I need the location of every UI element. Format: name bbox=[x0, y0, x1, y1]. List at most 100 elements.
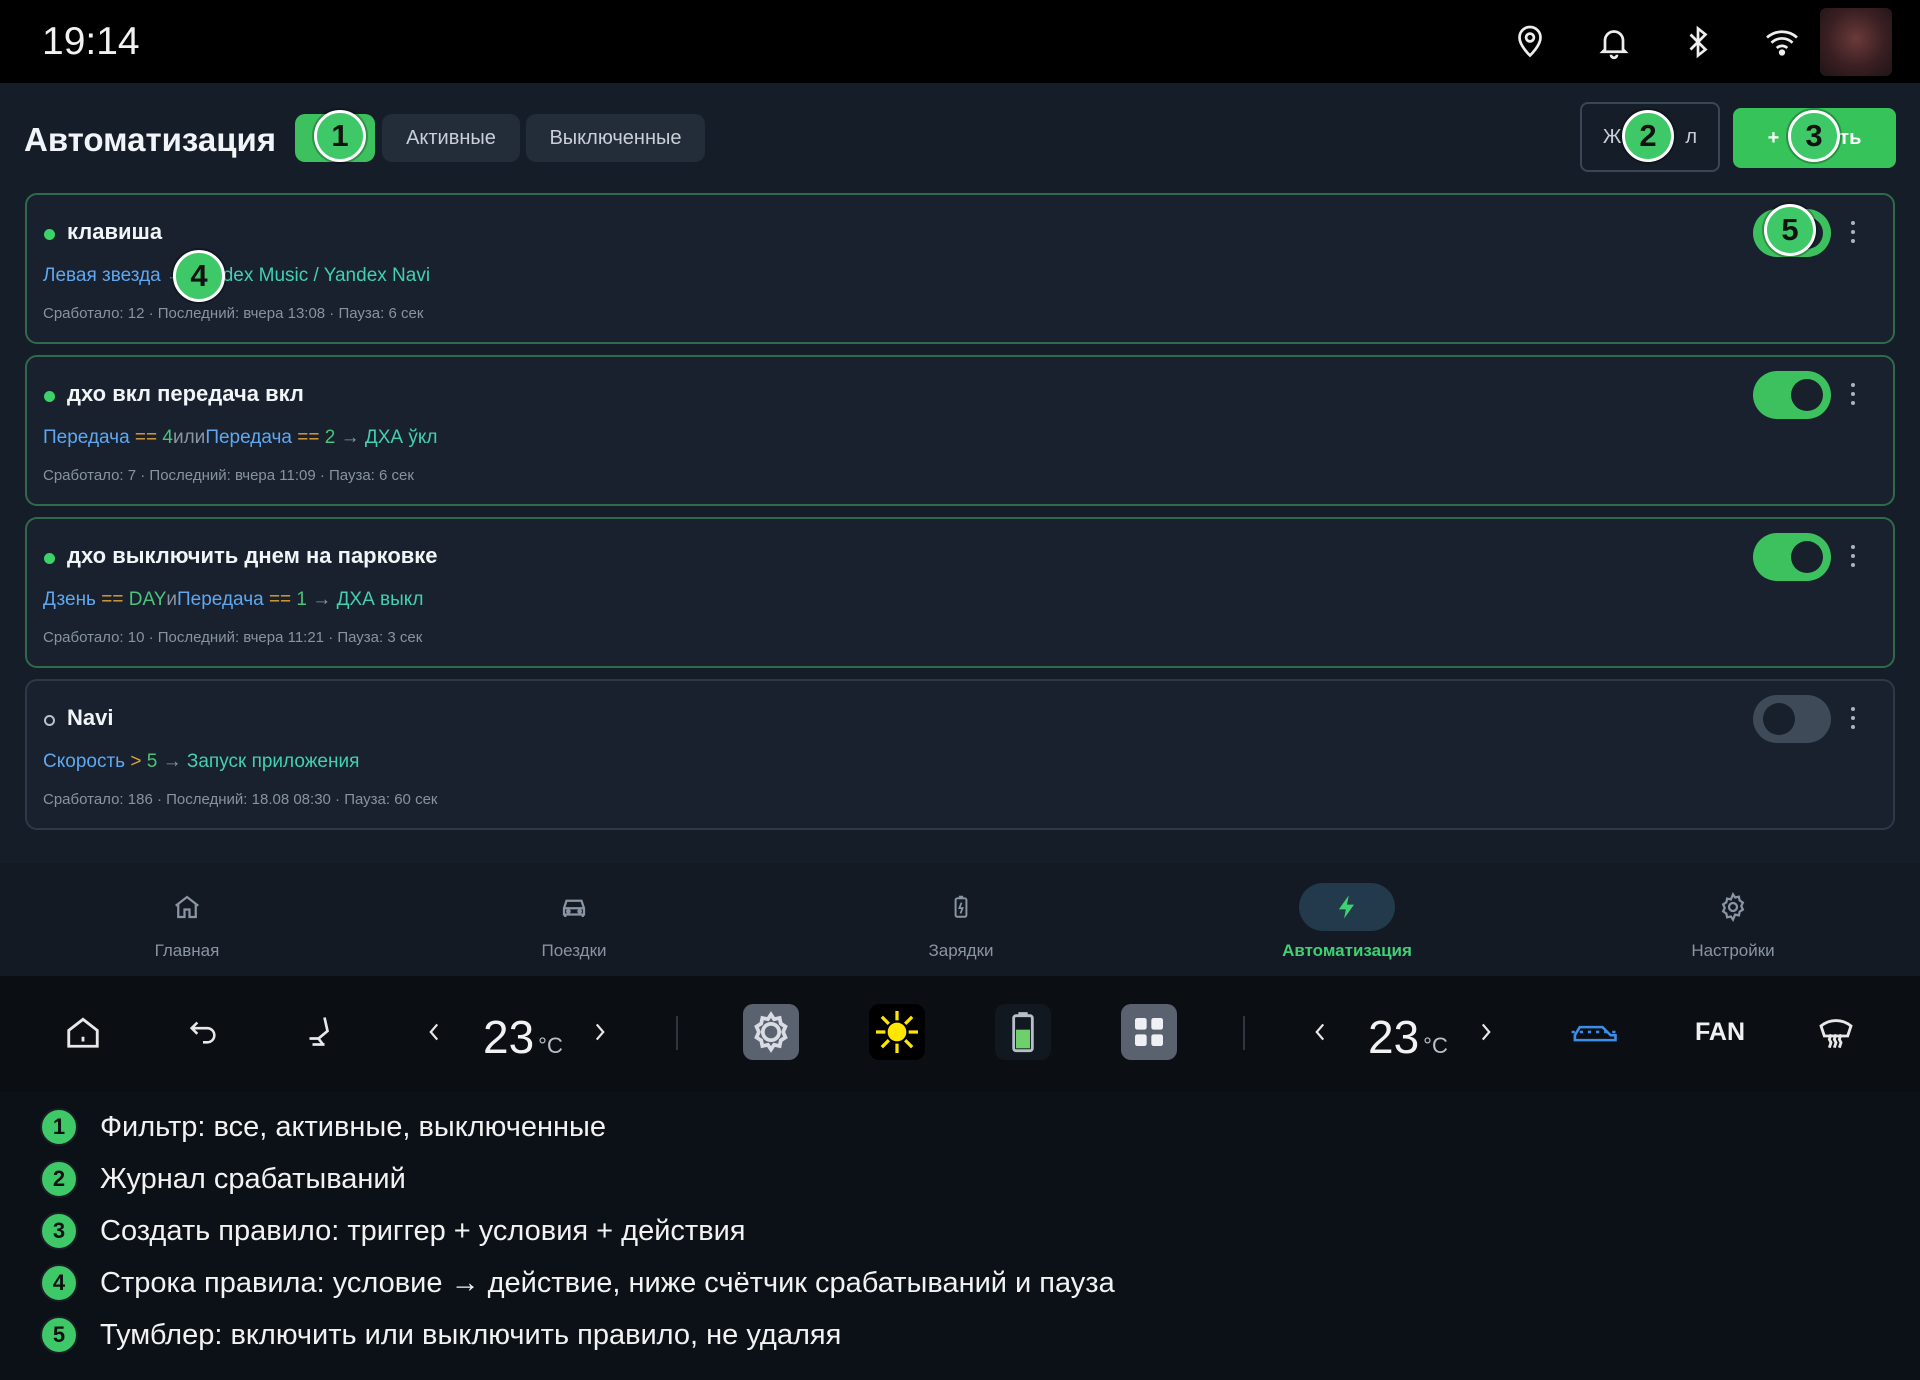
legend-number: 3 bbox=[40, 1212, 78, 1250]
nav-automation[interactable]: Автоматизация bbox=[1247, 883, 1447, 961]
nav-label: Настройки bbox=[1691, 941, 1775, 960]
air-recirculation-icon[interactable] bbox=[1570, 1016, 1622, 1048]
status-dot bbox=[44, 553, 55, 564]
rule-name: дхо выключить днем на парковке bbox=[67, 543, 438, 568]
left-temp: 23 °C bbox=[483, 1010, 563, 1064]
toggle-knob bbox=[1763, 703, 1795, 735]
legend-number: 4 bbox=[40, 1264, 78, 1302]
battery-app-icon[interactable] bbox=[995, 1004, 1051, 1060]
legend-text: Строка правила: условие → действие, ниже… bbox=[100, 1266, 1115, 1299]
rule-token-cond: Левая звезда bbox=[43, 265, 161, 286]
legend-item: 2 Журнал срабатываний bbox=[40, 1159, 406, 1199]
rule-token-join: → bbox=[157, 751, 187, 772]
rule-token-act: Запуск приложения bbox=[186, 751, 360, 772]
rule-token-val: 4 bbox=[162, 427, 173, 448]
battery-icon bbox=[954, 895, 968, 918]
nav-label: Главная bbox=[154, 941, 220, 960]
page-title: Автоматизация bbox=[24, 121, 277, 158]
bottom-nav: Главная Поездки Зарядки Автоматизация На… bbox=[0, 863, 1920, 976]
nav-trips[interactable]: Поездки bbox=[474, 883, 674, 961]
settings-app-icon[interactable] bbox=[743, 1004, 799, 1060]
nav-label: Автоматизация bbox=[1282, 941, 1412, 960]
rule-token-op: > bbox=[125, 751, 147, 772]
right-temp-unit: °C bbox=[1423, 1033, 1448, 1058]
filter-disabled-chip[interactable]: Выключенные bbox=[526, 114, 705, 162]
legend-item: 5 Тумблер: включить или выключить правило… bbox=[40, 1315, 841, 1355]
nav-home[interactable]: Главная bbox=[87, 883, 287, 961]
left-temp-unit: °C bbox=[538, 1033, 563, 1058]
more-options-icon[interactable] bbox=[1850, 383, 1856, 407]
fan-button[interactable]: FAN bbox=[1695, 1018, 1745, 1047]
more-options-icon[interactable] bbox=[1850, 707, 1856, 731]
home-icon[interactable] bbox=[64, 1012, 102, 1052]
bluetooth-icon[interactable] bbox=[1680, 24, 1716, 60]
car-icon bbox=[562, 899, 586, 917]
legend-text: Журнал срабатываний bbox=[100, 1162, 406, 1195]
location-icon[interactable] bbox=[1512, 24, 1548, 60]
avatar[interactable] bbox=[1820, 8, 1892, 76]
rule-card[interactable]: дхо вкл передача вкл Передача == 4илиПере… bbox=[25, 355, 1895, 506]
seat-icon[interactable] bbox=[302, 1010, 338, 1052]
nav-label: Поездки bbox=[541, 941, 607, 960]
back-icon[interactable] bbox=[184, 1014, 222, 1048]
rule-token-val: DAY bbox=[128, 589, 167, 610]
rule-toggle[interactable] bbox=[1753, 695, 1831, 743]
bell-icon[interactable] bbox=[1596, 24, 1632, 60]
apps-grid-icon[interactable] bbox=[1121, 1004, 1177, 1060]
rule-token-cond: Передача bbox=[205, 427, 292, 448]
bolt-icon bbox=[1338, 895, 1354, 919]
more-options-icon[interactable] bbox=[1850, 545, 1856, 569]
rule-expression: Дзень == DAYиПередача == 1 → ДХА выкл bbox=[43, 589, 423, 611]
rule-token-op: == bbox=[263, 589, 297, 610]
rule-stats: Сработало: 12 · Последний: вчера 13:08 ·… bbox=[43, 305, 424, 322]
journal-label-start: Ж bbox=[1602, 125, 1622, 148]
rule-token-cond: Дзень bbox=[43, 589, 96, 610]
rule-card[interactable]: клавиша Левая звезда → Yandex Music / Yan… bbox=[25, 193, 1895, 344]
rule-token-join: или bbox=[172, 427, 206, 448]
add-label-start: + bbox=[1767, 126, 1780, 149]
divider bbox=[676, 1016, 678, 1050]
rule-token-op: == bbox=[95, 589, 129, 610]
chevron-left-icon[interactable] bbox=[424, 1019, 444, 1045]
rule-card[interactable]: Navi Скорость > 5 → Запуск приложения Сраб… bbox=[25, 679, 1895, 830]
wifi-icon[interactable] bbox=[1764, 24, 1800, 60]
legend-item: 1 Фильтр: все, активные, выключенные bbox=[40, 1107, 606, 1147]
legend-number: 1 bbox=[40, 1108, 78, 1146]
defrost-icon[interactable] bbox=[1816, 1010, 1856, 1052]
nav-settings[interactable]: Настройки bbox=[1633, 883, 1833, 961]
rule-token-join: → bbox=[307, 589, 337, 610]
nav-charging[interactable]: Зарядки bbox=[861, 883, 1061, 961]
toggle-knob bbox=[1791, 379, 1823, 411]
filter-active-chip[interactable]: Активные bbox=[382, 114, 520, 162]
rule-token-val: 2 bbox=[324, 427, 336, 448]
rule-token-join: → bbox=[335, 427, 365, 448]
marker-1: 1 bbox=[314, 110, 366, 162]
chevron-right-icon[interactable] bbox=[1476, 1019, 1496, 1045]
rule-toggle[interactable] bbox=[1753, 371, 1831, 419]
rule-token-val: 5 bbox=[146, 751, 158, 772]
more-options-icon[interactable] bbox=[1850, 221, 1856, 245]
left-temp-value: 23 bbox=[483, 1011, 535, 1063]
clock: 19:14 bbox=[42, 20, 140, 63]
rule-token-op: == bbox=[129, 427, 163, 448]
legend-number: 5 bbox=[40, 1316, 78, 1354]
marker-4: 4 bbox=[173, 250, 225, 302]
sun-app-icon[interactable] bbox=[869, 1004, 925, 1060]
rule-stats: Сработало: 186 · Последний: 18.08 08:30 … bbox=[43, 791, 438, 808]
rule-card[interactable]: дхо выключить днем на парковке Дзень == D… bbox=[25, 517, 1895, 668]
chevron-left-icon[interactable] bbox=[1310, 1019, 1330, 1045]
journal-label-end: л bbox=[1685, 125, 1698, 148]
rule-toggle[interactable] bbox=[1753, 533, 1831, 581]
rule-expression: Левая звезда → Yandex Music / Yandex Nav… bbox=[43, 265, 430, 287]
marker-5: 5 bbox=[1764, 204, 1816, 256]
rule-stats: Сработало: 7 · Последний: вчера 11:09 · … bbox=[43, 467, 414, 484]
legend-text: Создать правило: триггер + условия + дей… bbox=[100, 1214, 746, 1247]
rule-name: дхо вкл передача вкл bbox=[67, 381, 304, 406]
rule-token-join: и bbox=[166, 589, 178, 610]
climate-bar: 23 °C 23 °C FAN bbox=[0, 976, 1920, 1092]
chevron-right-icon[interactable] bbox=[590, 1019, 610, 1045]
rule-token-op: == bbox=[291, 427, 325, 448]
rule-name: Navi bbox=[67, 705, 114, 730]
marker-2: 2 bbox=[1622, 110, 1674, 162]
status-dot bbox=[44, 229, 55, 240]
